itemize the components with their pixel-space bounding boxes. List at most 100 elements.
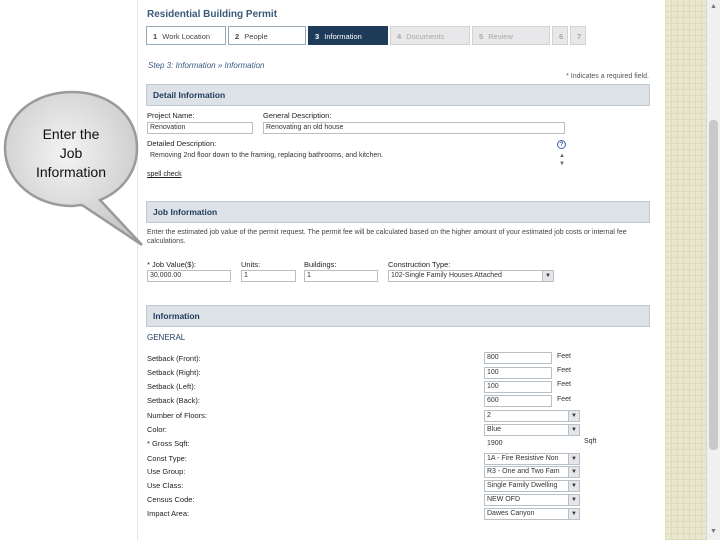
impact-area-value: Dawes Canyon <box>487 510 535 517</box>
job-value-input[interactable]: 30,000.00 <box>147 270 231 282</box>
census-code-label: Census Code: <box>147 495 195 504</box>
use-class-label: Use Class: <box>147 481 184 490</box>
number-of-floors-label: Number of Floors: <box>147 411 208 420</box>
setback-left-unit: Feet <box>557 381 572 388</box>
scrollbar-thumb[interactable] <box>709 120 718 450</box>
chevron-down-icon: ▼ <box>568 467 579 477</box>
step-label: People <box>244 32 268 41</box>
page-scrollbar[interactable]: ▲ ▼ <box>706 0 720 540</box>
step-number: 5 <box>479 32 484 41</box>
impact-area-label: Impact Area: <box>147 509 190 518</box>
use-group-value: R3 - One and Two Fam <box>487 468 560 475</box>
units-input[interactable]: 1 <box>241 270 296 282</box>
buildings-label: Buildings: <box>304 260 337 269</box>
census-code-value: NEW OFD <box>487 496 521 503</box>
scroll-up-icon[interactable]: ▲ <box>558 152 566 160</box>
help-icon[interactable]: ? <box>557 140 566 149</box>
const-type-value: 1A - Fire Resistive Non <box>487 455 559 462</box>
step-number: 4 <box>397 32 402 41</box>
step-tab-information[interactable]: 3 Information <box>308 26 388 45</box>
chevron-down-icon: ▼ <box>568 454 579 464</box>
step-tab-6[interactable]: 6 <box>552 26 568 45</box>
setback-right-input[interactable]: 100 <box>484 367 552 379</box>
scroll-down-icon[interactable]: ▼ <box>558 160 566 168</box>
construction-type-label: Construction Type: <box>388 260 451 269</box>
buildings-input[interactable]: 1 <box>304 270 378 282</box>
gross-sqft-input[interactable]: 1900 <box>484 438 580 450</box>
spell-check-link[interactable]: spell check <box>147 171 182 178</box>
project-name-label: Project Name: <box>147 111 195 120</box>
setback-front-unit: Feet <box>557 353 572 360</box>
construction-type-select[interactable]: 102-Single Family Houses Attached ▼ <box>388 270 554 282</box>
scroll-up-icon[interactable]: ▲ <box>709 2 718 12</box>
general-description-label: General Description: <box>263 111 332 120</box>
permit-page: Residential Building Permit 1 Work Locat… <box>137 0 665 540</box>
page-title: Residential Building Permit <box>147 9 278 20</box>
required-note: * Indicates a required field. <box>566 73 649 80</box>
step-heading: Step 3: Information » Information <box>148 61 265 70</box>
job-description-text: Enter the estimated job value of the per… <box>147 229 627 245</box>
chevron-down-icon: ▼ <box>568 481 579 491</box>
step-tab-people[interactable]: 2 People <box>228 26 306 45</box>
impact-area-select[interactable]: Dawes Canyon ▼ <box>484 508 580 520</box>
detail-section-header: Detail Information <box>146 84 650 106</box>
gross-sqft-unit: Sqft <box>584 438 597 445</box>
gross-sqft-label: * Gross Sqft: <box>147 439 190 448</box>
scroll-down-icon[interactable]: ▼ <box>709 527 718 537</box>
general-description-input[interactable]: Renovating an old house <box>263 122 565 134</box>
job-value-label: * Job Value($): <box>147 260 197 269</box>
construction-type-value: 102-Single Family Houses Attached <box>391 272 502 279</box>
textarea-scroll-arrows[interactable]: ▲ ▼ <box>558 152 566 168</box>
const-type-label: Const Type: <box>147 454 187 463</box>
setback-left-label: Setback (Left): <box>147 382 196 391</box>
setback-front-label: Setback (Front): <box>147 354 201 363</box>
setback-back-label: Setback (Back): <box>147 396 200 405</box>
step-label: Review <box>488 32 513 41</box>
step-number: 3 <box>315 32 320 41</box>
units-label: Units: <box>241 260 261 269</box>
general-heading: GENERAL <box>147 333 186 342</box>
detailed-description-textarea[interactable]: Removing 2nd floor down to the framing, … <box>147 150 567 168</box>
callout-line-2: Job <box>59 145 83 161</box>
callout-text: Enter the Job Information <box>15 125 127 182</box>
number-of-floors-select[interactable]: 2 ▼ <box>484 410 580 422</box>
step-tab-documents[interactable]: 4 Documents <box>390 26 470 45</box>
setback-front-input[interactable]: 800 <box>484 352 552 364</box>
color-label: Color: <box>147 425 168 434</box>
step-number: 7 <box>577 32 582 41</box>
chevron-down-icon: ▼ <box>568 495 579 505</box>
setback-right-label: Setback (Right): <box>147 368 201 377</box>
census-code-select[interactable]: NEW OFD ▼ <box>484 494 580 506</box>
chevron-down-icon: ▼ <box>568 411 579 421</box>
use-class-value: Single Family Dwelling <box>487 482 558 489</box>
step-label: Work Location <box>162 32 211 41</box>
color-select[interactable]: Blue ▼ <box>484 424 580 436</box>
left-pane <box>0 0 137 540</box>
setback-right-unit: Feet <box>557 367 572 374</box>
step-number: 2 <box>235 32 240 41</box>
step-tab-review[interactable]: 5 Review <box>472 26 550 45</box>
setback-back-input[interactable]: 600 <box>484 395 552 407</box>
callout-line-1: Enter the <box>42 126 100 142</box>
use-group-label: Use Group: <box>147 467 186 476</box>
step-tab-7[interactable]: 7 <box>570 26 586 45</box>
step-label: Documents <box>406 32 445 41</box>
const-type-select[interactable]: 1A - Fire Resistive Non ▼ <box>484 453 580 465</box>
color-value: Blue <box>487 426 502 433</box>
step-tab-work-location[interactable]: 1 Work Location <box>146 26 226 45</box>
number-of-floors-value: 2 <box>487 412 491 419</box>
chevron-down-icon: ▼ <box>568 509 579 519</box>
callout-line-3: Information <box>35 164 107 180</box>
setback-left-input[interactable]: 100 <box>484 381 552 393</box>
step-label: Information <box>324 32 362 41</box>
job-section-header: Job Information <box>146 201 650 223</box>
use-group-select[interactable]: R3 - One and Two Fam ▼ <box>484 466 580 478</box>
setback-back-unit: Feet <box>557 396 572 403</box>
decorative-pattern-strip <box>665 0 706 540</box>
detailed-description-label: Detailed Description: <box>147 139 217 148</box>
project-name-input[interactable]: Renovation <box>147 122 253 134</box>
chevron-down-icon: ▼ <box>568 425 579 435</box>
chevron-down-icon: ▼ <box>542 271 553 281</box>
use-class-select[interactable]: Single Family Dwelling ▼ <box>484 480 580 492</box>
step-number: 6 <box>559 32 564 41</box>
